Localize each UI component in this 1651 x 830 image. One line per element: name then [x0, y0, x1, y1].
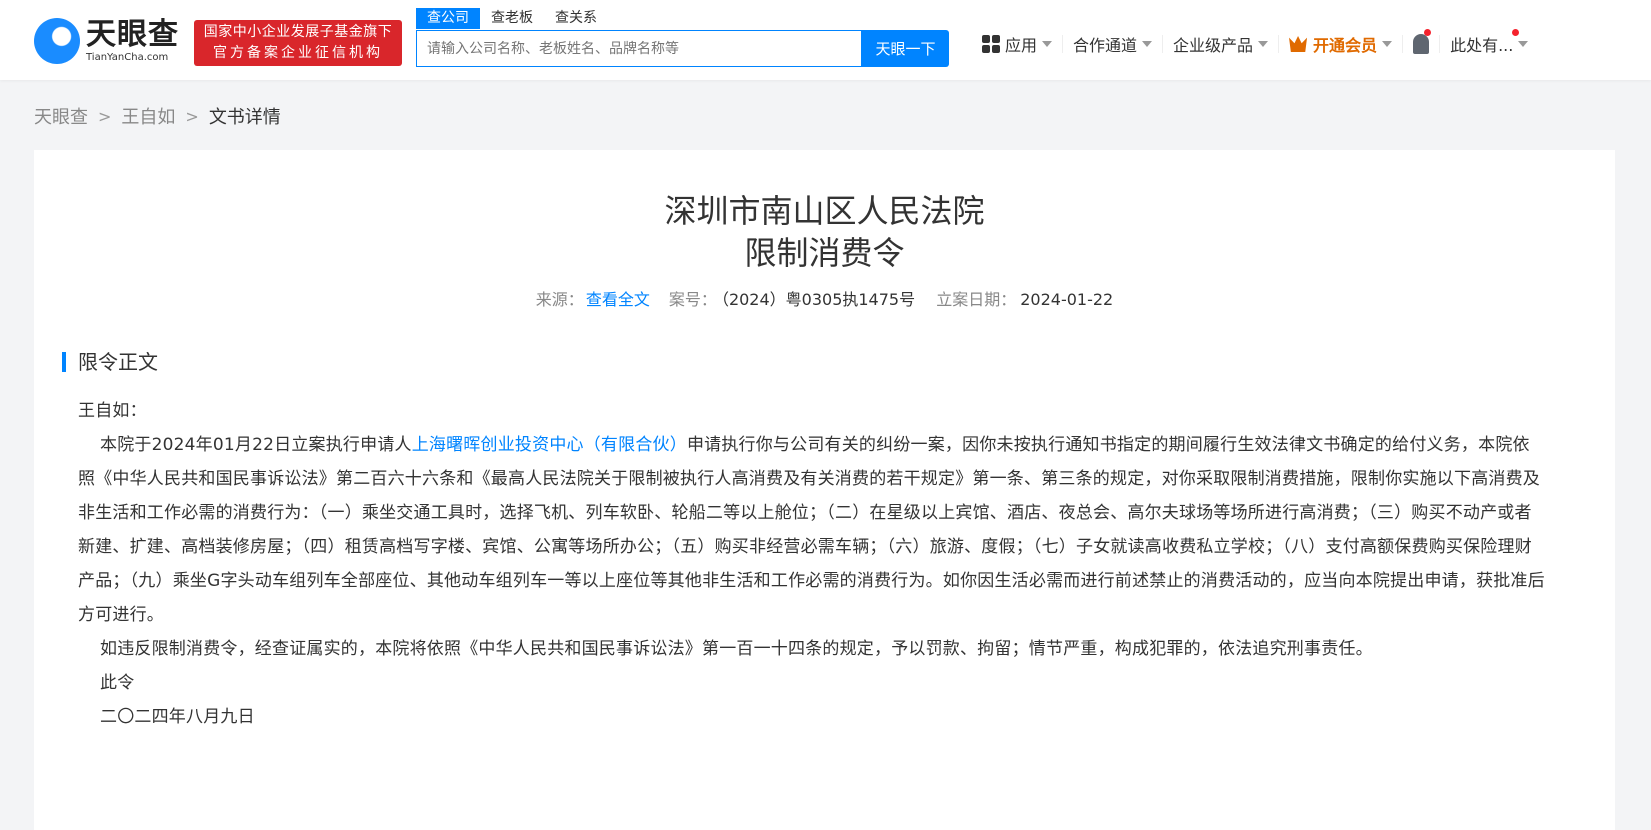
caret-down-icon	[1142, 41, 1153, 47]
top-nav: 应用 合作通道 企业级产品 开通会员 此处有...	[972, 29, 1538, 55]
notification-dot	[1512, 29, 1520, 36]
paragraph-1: 本院于2024年01月22日立案执行申请人上海曙晖创业投资中心（有限合伙）申请执…	[78, 428, 1545, 632]
caret-down-icon	[1042, 41, 1053, 47]
crown-icon	[1289, 36, 1308, 52]
paragraph-text: 本院于2024年01月22日立案执行申请人	[100, 435, 412, 455]
source-label: 来源：	[535, 290, 584, 309]
tab-boss[interactable]: 查老板	[480, 8, 544, 29]
nav-vip-label: 开通会员	[1313, 36, 1378, 55]
document-title: 深圳市南山区人民法院 限制消费令	[34, 190, 1615, 274]
breadcrumb-person[interactable]: 王自如	[121, 103, 175, 129]
caret-down-icon	[1258, 41, 1269, 47]
court-name: 深圳市南山区人民法院	[664, 192, 985, 230]
chevron-right-icon: >	[98, 106, 112, 126]
user-name: 此处有...	[1450, 36, 1514, 55]
paragraph-3: 此令	[100, 673, 135, 693]
chevron-right-icon: >	[185, 106, 199, 126]
badge-line-1: 国家中小企业发展子基金旗下	[203, 24, 393, 40]
document-date: 二〇二四年八月九日	[100, 707, 255, 727]
applicant-link[interactable]: 上海曙晖创业投资中心（有限合伙）	[412, 435, 687, 455]
badge-line-2: 官方备案企业征信机构	[213, 45, 383, 61]
breadcrumb-current: 文书详情	[208, 107, 281, 128]
logo-icon	[34, 18, 80, 64]
notification-dot	[1424, 29, 1432, 36]
tab-relation[interactable]: 查关系	[544, 8, 608, 29]
document-body: 王自如： 本院于2024年01月22日立案执行申请人上海曙晖创业投资中心（有限合…	[78, 394, 1545, 734]
search-area: 查公司 查老板 查关系 天眼一下	[416, 8, 949, 67]
tab-company[interactable]: 查公司	[416, 8, 480, 29]
view-full-text-link[interactable]: 查看全文	[586, 290, 650, 309]
breadcrumb-home[interactable]: 天眼查	[34, 103, 88, 129]
document-type: 限制消费令	[744, 234, 905, 272]
nav-vip[interactable]: 开通会员	[1279, 35, 1404, 55]
apps-icon	[982, 35, 1000, 53]
paragraph-2: 如违反限制消费令，经查证属实的，本院将依照《中华人民共和国民事诉讼法》第一百一十…	[100, 639, 1373, 659]
nav-apps-label: 应用	[1005, 36, 1038, 55]
paragraph-text: 申请执行你与公司有关的纠纷一案，因你未按执行通知书指定的期间履行生效法律文书确定…	[78, 435, 1545, 625]
search-button[interactable]: 天眼一下	[862, 30, 949, 67]
logo-domain: TianYanCha.com	[86, 51, 169, 63]
addressee: 王自如：	[78, 401, 147, 421]
search-input[interactable]	[416, 30, 862, 67]
user-menu[interactable]: 此处有...	[1440, 29, 1538, 55]
filing-date: 2024-01-22	[1020, 290, 1114, 309]
logo[interactable]: 天眼查 TianYanCha.com	[34, 18, 179, 64]
case-number: （2024）粤0305执1475号	[720, 290, 916, 309]
nav-channel[interactable]: 合作通道	[1063, 35, 1164, 55]
top-header: 天眼查 TianYanCha.com 国家中小企业发展子基金旗下 官方备案企业征…	[0, 0, 1651, 80]
caret-down-icon	[1518, 41, 1529, 47]
nav-apps[interactable]: 应用	[972, 35, 1064, 55]
nav-channel-label: 合作通道	[1073, 36, 1138, 55]
date-label: 立案日期：	[936, 290, 1017, 309]
certification-badge: 国家中小企业发展子基金旗下 官方备案企业征信机构	[194, 20, 402, 66]
nav-enterprise[interactable]: 企业级产品	[1163, 35, 1280, 55]
bell-icon	[1413, 34, 1430, 54]
logo-text: 天眼查	[86, 16, 179, 52]
document-meta: 来源： 查看全文 案号： （2024）粤0305执1475号 立案日期： 2024-0…	[34, 286, 1615, 310]
case-label: 案号：	[668, 290, 717, 309]
section-heading: 限令正文	[62, 352, 1615, 372]
breadcrumb: 天眼查 > 王自如 > 文书详情	[34, 103, 281, 129]
caret-down-icon	[1382, 41, 1393, 47]
nav-enterprise-label: 企业级产品	[1173, 36, 1254, 55]
document-card: 深圳市南山区人民法院 限制消费令 来源： 查看全文 案号： （2024）粤0305执…	[34, 150, 1615, 830]
notifications-button[interactable]	[1403, 29, 1441, 54]
